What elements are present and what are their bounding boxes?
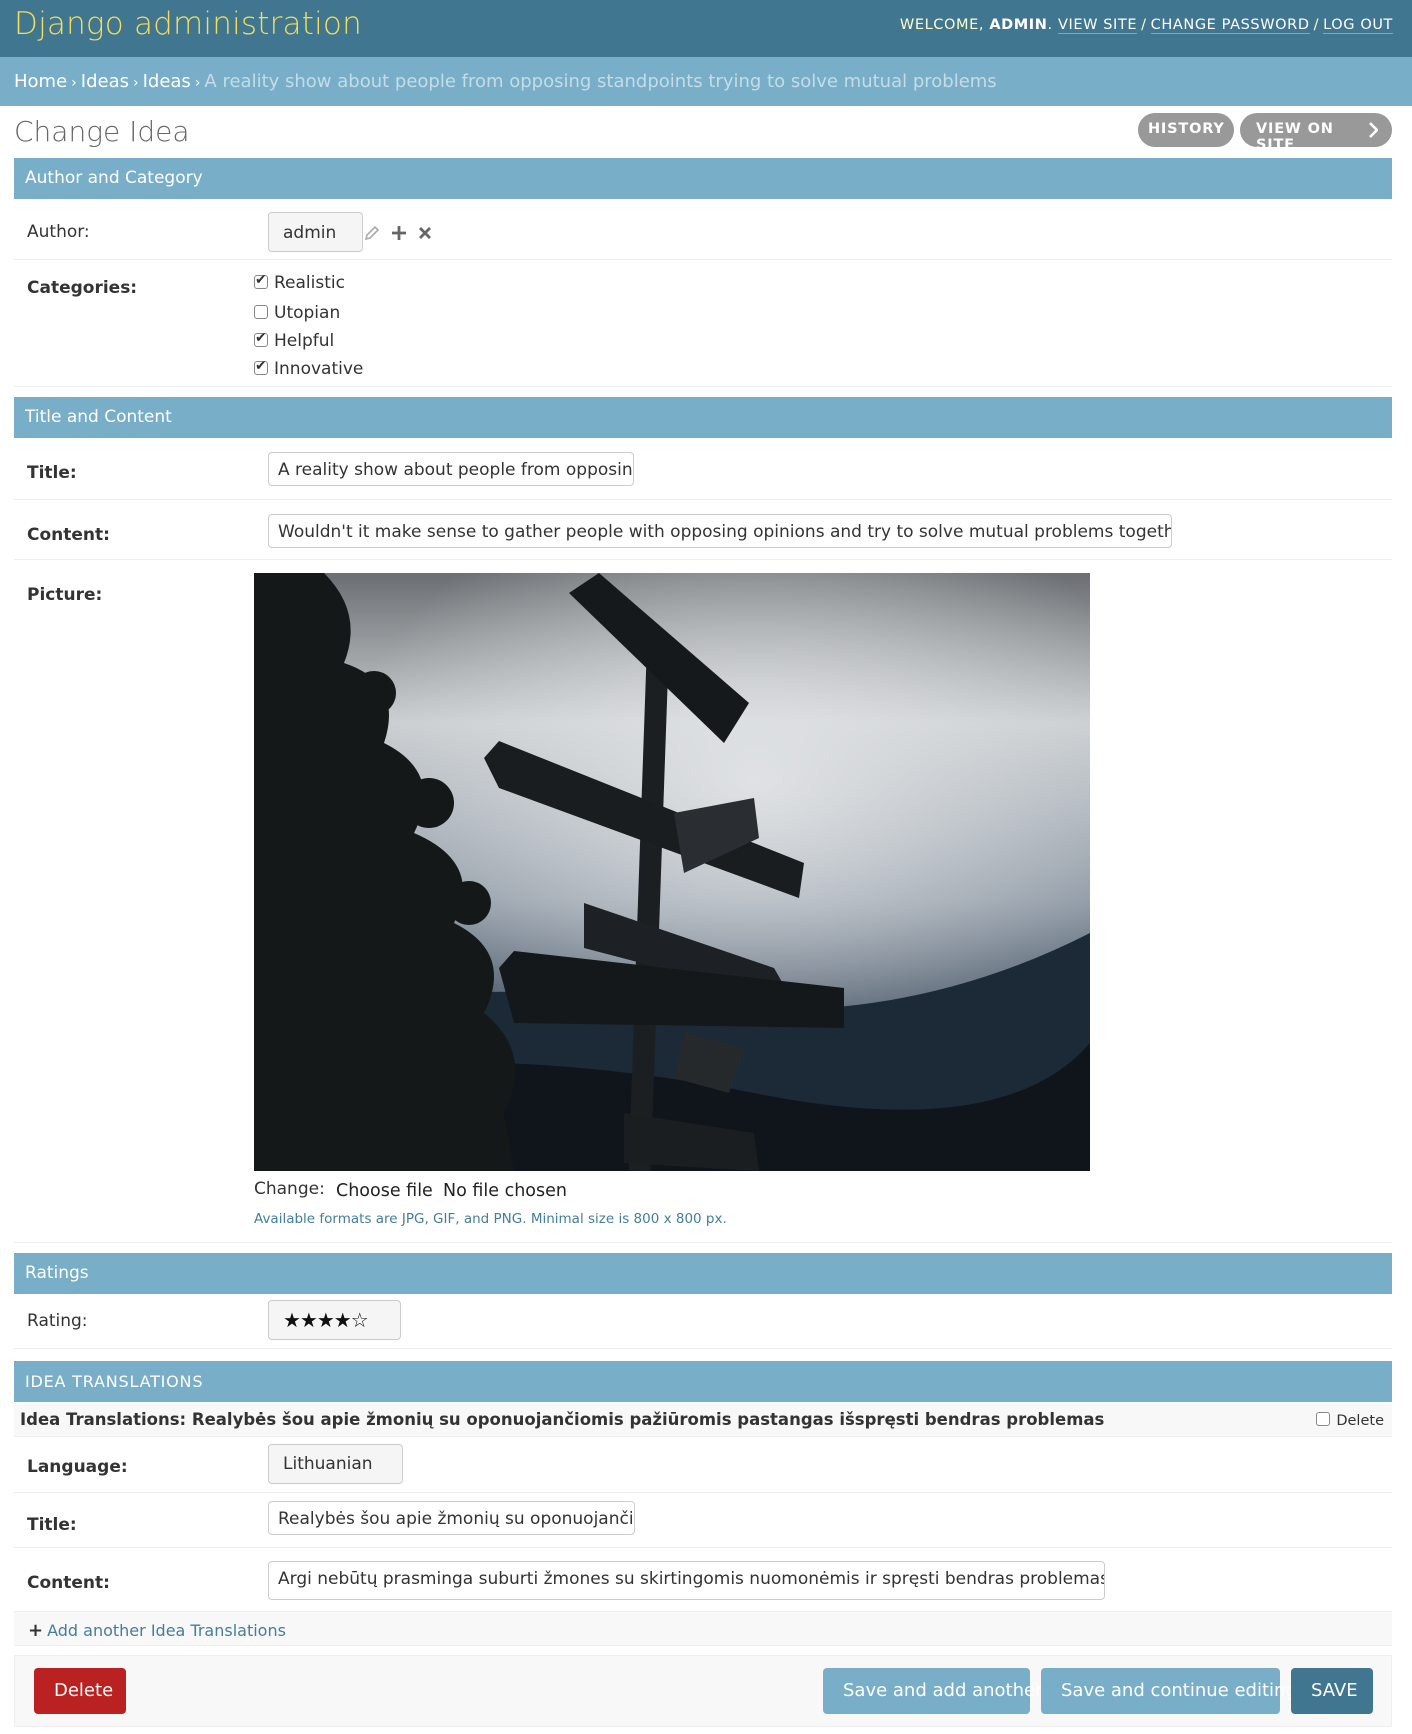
breadcrumb-current: A reality show about people from opposin… (204, 71, 997, 92)
category-helpful[interactable]: Helpful (254, 330, 335, 351)
category-label: Utopian (274, 303, 341, 323)
content-row: Content: Wouldn't it make sense to gathe… (14, 500, 1392, 560)
delete-x-icon[interactable] (418, 226, 432, 240)
site-brand[interactable]: Django administration (14, 6, 362, 42)
picture-label: Picture: (27, 585, 103, 605)
content-label: Content: (27, 525, 110, 545)
category-label: Innovative (274, 359, 364, 379)
author-row: Author: admin (14, 199, 1392, 260)
inline-delete[interactable]: Delete (1316, 1412, 1384, 1429)
breadcrumb-home[interactable]: Home (14, 71, 67, 92)
view-on-site-label: VIEW ON SITE (1256, 121, 1334, 153)
chevron-right-icon (1369, 122, 1378, 138)
delete-button[interactable]: Delete (34, 1668, 126, 1714)
checkbox-innovative[interactable] (254, 358, 268, 375)
view-on-site-button[interactable]: VIEW ON SITE (1240, 113, 1392, 153)
signpost-photo (254, 573, 1090, 1171)
view-site-link[interactable]: VIEW SITE (1057, 17, 1138, 34)
choose-file-button[interactable]: Choose file (336, 1181, 433, 1201)
site-header: Django administration WELCOME, ADMIN. VI… (0, 0, 1412, 57)
inline-delete-label: Delete (1336, 1413, 1384, 1429)
translation-content-label: Content: (27, 1573, 110, 1593)
save-button[interactable]: SAVE (1291, 1668, 1373, 1714)
rating-label: Rating: (27, 1311, 88, 1331)
save-and-continue-button[interactable]: Save and continue editing (1041, 1668, 1297, 1714)
section-translations: IDEA TRANSLATIONS (14, 1361, 1392, 1402)
title-row: Title: A reality show about people from … (14, 438, 1392, 500)
submit-row: Delete Save and add another Save and con… (14, 1655, 1392, 1727)
content-textarea[interactable]: Wouldn't it make sense to gather people … (268, 514, 1172, 548)
breadcrumb-app[interactable]: Ideas (81, 71, 129, 92)
picture-help-text: Available formats are JPG, GIF, and PNG.… (254, 1211, 727, 1227)
add-plus-icon: + (28, 1620, 44, 1641)
breadcrumb: Home › Ideas › Ideas › A reality show about pe… (0, 57, 1412, 106)
title-label: Title: (27, 463, 77, 483)
inline-header-text: Idea Translations: Realybės šou apie žmo… (20, 1410, 1105, 1429)
picture-change-label: Change: (254, 1179, 325, 1199)
category-realistic[interactable]: Realistic (254, 272, 345, 293)
no-file-text: No file chosen (443, 1181, 567, 1201)
author-select[interactable]: admin (268, 212, 363, 252)
change-password-link[interactable]: CHANGE PASSWORD (1150, 17, 1310, 34)
author-label: Author: (27, 222, 90, 242)
category-utopian[interactable]: Utopian (254, 303, 340, 323)
edit-pencil-icon[interactable] (364, 225, 380, 241)
add-another-translation[interactable]: + Add another Idea Translations (14, 1612, 1392, 1646)
category-label: Realistic (274, 273, 345, 293)
rating-select[interactable]: ★★★★☆ (268, 1300, 401, 1340)
inline-delete-checkbox[interactable] (1316, 1412, 1331, 1426)
history-button[interactable]: HISTORY (1138, 113, 1234, 147)
categories-row: Categories: (14, 260, 1392, 387)
user-tools: WELCOME, ADMIN. VIEW SITE / CHANGE PASSWOR… (899, 17, 1393, 34)
language-label: Language: (27, 1457, 128, 1477)
log-out-link[interactable]: LOG OUT (1323, 17, 1393, 34)
category-label: Helpful (274, 331, 335, 351)
add-another-label: Add another Idea Translations (47, 1621, 286, 1640)
username: ADMIN (989, 17, 1048, 33)
page-title: Change Idea (14, 115, 190, 148)
language-select[interactable]: Lithuanian (268, 1444, 403, 1484)
add-plus-icon[interactable] (391, 225, 407, 241)
breadcrumb-model[interactable]: Ideas (143, 71, 191, 92)
rating-row: Rating: ★★★★☆ (14, 1294, 1392, 1349)
section-author-category: Author and Category (14, 158, 1392, 199)
welcome-text: WELCOME, (899, 17, 990, 33)
title-input[interactable]: A reality show about people from opposin… (268, 452, 634, 486)
category-innovative[interactable]: Innovative (254, 358, 364, 379)
translation-title-row: Title: Realybės šou apie žmonių su oponu… (14, 1493, 1392, 1548)
translation-content-row: Content: Argi nebūtų prasminga suburti ž… (14, 1548, 1392, 1612)
section-ratings: Ratings (14, 1253, 1392, 1294)
checkbox-realistic[interactable] (254, 272, 268, 289)
save-and-add-another-button[interactable]: Save and add another (823, 1668, 1043, 1714)
section-title-content: Title and Content (14, 397, 1392, 438)
checkbox-utopian[interactable] (254, 305, 268, 319)
checkbox-helpful[interactable] (254, 330, 268, 347)
language-row: Language: Lithuanian (14, 1437, 1392, 1493)
inline-header: Idea Translations: Realybės šou apie žmo… (14, 1403, 1392, 1437)
translation-content-textarea[interactable]: Argi nebūtų prasminga suburti žmones su … (268, 1561, 1105, 1600)
translation-title-input[interactable]: Realybės šou apie žmonių su oponuojančio… (268, 1501, 635, 1535)
translation-title-label: Title: (27, 1515, 77, 1535)
categories-label: Categories: (27, 278, 138, 298)
